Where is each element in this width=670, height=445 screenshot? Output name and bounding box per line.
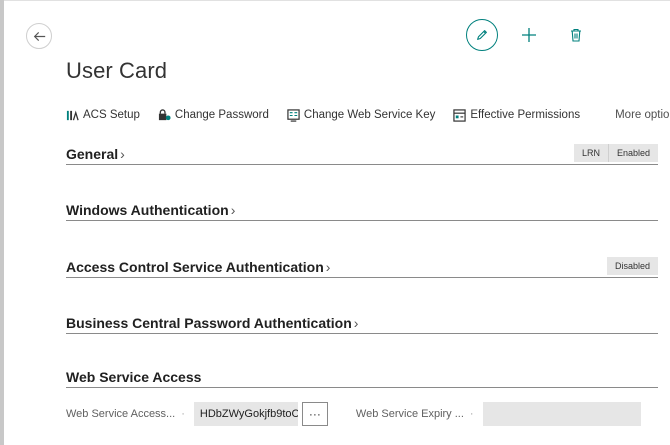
more-options-button[interactable]: More options <box>615 109 670 121</box>
web-service-expiry-field[interactable] <box>482 402 641 426</box>
acs-badges: Disabled <box>606 257 658 275</box>
acs-status-badge: Disabled <box>606 257 658 275</box>
section-general-header[interactable]: General › LRN Enabled <box>66 144 658 164</box>
chevron-right-icon: › <box>230 202 236 218</box>
section-general: General › LRN Enabled <box>66 144 658 165</box>
change-web-service-key-label: Change Web Service Key <box>303 109 436 121</box>
section-windows-authentication-header[interactable]: Windows Authentication › <box>66 200 658 220</box>
top-divider <box>4 0 670 1</box>
change-password-label: Change Password <box>174 109 269 121</box>
action-bar: ACS Setup Change Password Change Web Ser… <box>66 104 670 126</box>
section-acs-authentication-header[interactable]: Access Control Service Authentication › … <box>66 257 658 277</box>
state-badge: Enabled <box>607 144 658 162</box>
general-badges: LRN Enabled <box>573 144 658 162</box>
edit-button[interactable] <box>466 19 498 51</box>
section-acs-authentication: Access Control Service Authentication › … <box>66 257 658 278</box>
effective-permissions-button[interactable]: Effective Permissions <box>453 108 581 122</box>
left-rail <box>0 0 4 445</box>
section-web-service-access-header[interactable]: Web Service Access <box>66 367 658 387</box>
delete-button[interactable] <box>568 26 584 44</box>
change-password-button[interactable]: Change Password <box>158 108 269 122</box>
new-button[interactable] <box>519 25 539 45</box>
trash-icon <box>571 28 581 42</box>
section-windows-authentication: Windows Authentication › <box>66 200 658 221</box>
permissions-icon <box>453 108 467 122</box>
change-password-icon <box>158 108 171 120</box>
back-button[interactable] <box>26 23 52 49</box>
page-title: User Card <box>66 58 168 83</box>
web-service-key-icon <box>287 108 300 122</box>
section-windows-authentication-title: Windows Authentication <box>66 202 229 218</box>
effective-permissions-label: Effective Permissions <box>470 109 581 121</box>
section-acs-authentication-title: Access Control Service Authentication <box>66 259 324 275</box>
section-bc-password-authentication-title: Business Central Password Authentication <box>66 315 352 331</box>
plus-icon <box>522 28 536 42</box>
chevron-right-icon: › <box>120 146 125 162</box>
web-service-access-key-field[interactable]: HDbZWyGokjfb9toCw... <box>193 402 298 426</box>
acs-setup-label: ACS Setup <box>83 109 140 121</box>
section-bc-password-authentication: Business Central Password Authentication… <box>66 313 658 334</box>
acs-setup-button[interactable]: ACS Setup <box>66 109 140 122</box>
user-name-badge: LRN <box>573 144 608 162</box>
section-general-title: General <box>66 146 119 162</box>
arrow-left-icon <box>33 31 45 41</box>
section-bc-password-authentication-header[interactable]: Business Central Password Authentication… <box>66 313 658 333</box>
acs-setup-icon <box>66 110 79 120</box>
web-service-access-key-label: Web Service Access... <box>66 408 176 420</box>
change-web-service-key-button[interactable]: Change Web Service Key <box>287 108 436 122</box>
section-web-service-access-title: Web Service Access <box>66 369 202 385</box>
web-service-key-assist-button[interactable]: ··· <box>301 402 328 426</box>
chevron-right-icon: › <box>353 315 359 331</box>
section-web-service-access: Web Service Access <box>66 367 658 388</box>
web-service-expiry-label: Web Service Expiry ... <box>355 408 464 420</box>
field-leader-dots: · <box>181 408 186 420</box>
field-leader-dots: · <box>469 408 475 420</box>
chevron-right-icon: › <box>325 259 331 275</box>
web-service-fields: Web Service Access... · HDbZWyGokjfb9toC… <box>66 402 658 426</box>
pencil-icon <box>477 30 487 40</box>
